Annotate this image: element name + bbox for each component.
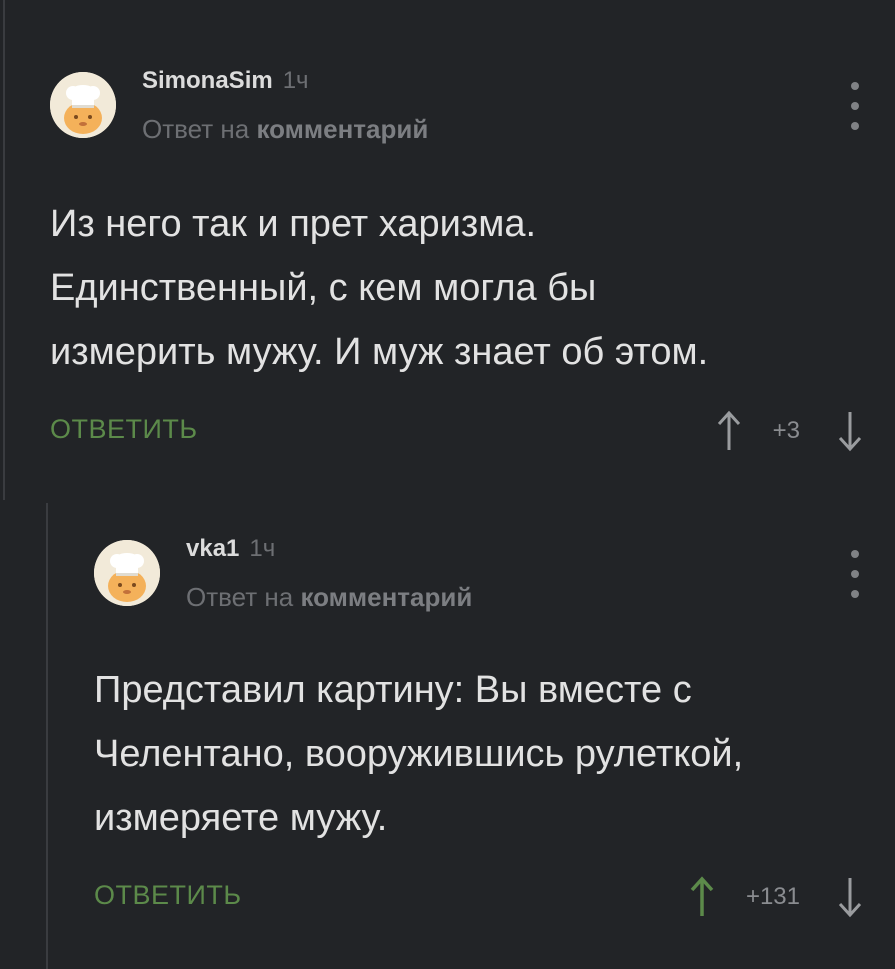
more-vertical-icon[interactable] [840, 550, 870, 598]
comment-text-line: Из него так и прет харизма. [50, 203, 537, 245]
vote-score: +3 [772, 417, 800, 444]
arrow-down-icon[interactable] [830, 407, 870, 455]
chef-avatar-icon [50, 72, 116, 138]
vote-controls: +131 [682, 872, 870, 922]
comment-text-line: измеряете мужу. [94, 797, 388, 839]
comment-text-line: Единственный, с кем могла бы [50, 267, 597, 309]
comment-header: SimonaSim 1ч Ответ на комментарий [50, 62, 870, 162]
avatar[interactable] [94, 540, 160, 606]
reply-to-line: Ответ на комментарий [186, 582, 472, 612]
comment-text-line: Челентано, вооружившись рулеткой, [94, 733, 744, 775]
reply-button[interactable]: ОТВЕТИТЬ [50, 414, 198, 445]
arrow-up-icon[interactable] [709, 407, 749, 455]
reply-to-link[interactable]: комментарий [256, 114, 428, 144]
vote-score: +131 [745, 883, 800, 910]
comment-actions: ОТВЕТИТЬ +131 [94, 872, 870, 922]
comment-actions: ОТВЕТИТЬ +3 [50, 406, 870, 456]
comments-page: SimonaSim 1ч Ответ на комментарий Из нег… [0, 0, 895, 969]
comment-text: Представил картину: Вы вместе с Челентан… [94, 658, 870, 850]
reply-to-link[interactable]: комментарий [300, 582, 472, 612]
thread-line-nested[interactable] [46, 503, 48, 969]
vote-controls: +3 [709, 406, 870, 456]
username[interactable]: vka1 [186, 530, 239, 568]
avatar[interactable] [50, 72, 116, 138]
comment-text-line: Представил картину: Вы вместе с [94, 669, 692, 711]
reply-to-prefix: Ответ на [186, 582, 301, 612]
arrow-up-icon[interactable] [682, 873, 722, 921]
chef-avatar-icon [94, 540, 160, 606]
username[interactable]: SimonaSim [142, 62, 273, 100]
comment-time: 1ч [249, 535, 276, 562]
reply-button[interactable]: ОТВЕТИТЬ [94, 880, 242, 911]
arrow-down-icon[interactable] [830, 873, 870, 921]
reply-to-prefix: Ответ на [142, 114, 257, 144]
comment: SimonaSim 1ч Ответ на комментарий Из нег… [50, 62, 870, 456]
comment-header: vka1 1ч Ответ на комментарий [94, 530, 870, 630]
reply-to-line: Ответ на комментарий [142, 114, 428, 144]
comment-nested: vka1 1ч Ответ на комментарий Представил … [94, 530, 870, 922]
comment-time: 1ч [282, 67, 309, 94]
comment-text-line: измерить мужу. И муж знает об этом. [50, 331, 709, 373]
comment-text: Из него так и прет харизма. Единственный… [50, 192, 870, 384]
thread-line[interactable] [3, 0, 5, 500]
more-vertical-icon[interactable] [840, 82, 870, 130]
